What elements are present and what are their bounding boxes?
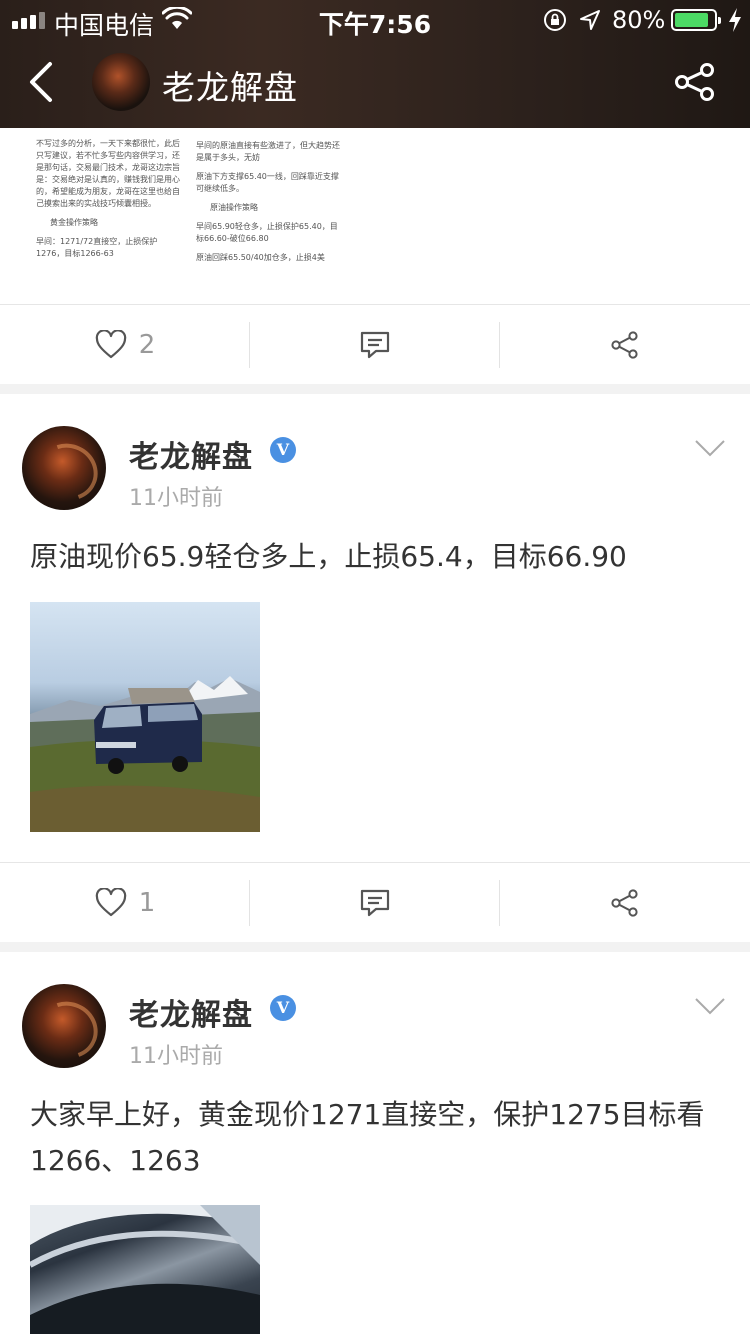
post-text[interactable]: 原油现价65.9轻仓多上，止损65.4，目标66.90 [30, 534, 720, 580]
comment-button[interactable] [250, 305, 500, 385]
top-header: 中国电信 下午7:56 80% 老龙解盘 [0, 0, 750, 128]
post-time: 11小时前 [129, 1044, 223, 1069]
header-avatar[interactable] [92, 53, 150, 111]
avatar[interactable] [22, 984, 106, 1068]
article-paragraph: 不写过多的分析，一天下来都很忙，此后只写建议，若不忙多写些内容供学习，还是那句话… [36, 139, 180, 208]
back-arrow-icon[interactable] [26, 60, 56, 104]
comment-icon [360, 889, 390, 917]
post-card: 老龙解盘 V 11小时前 原油现价65.9轻仓多上，止损65.4，目标66.90 [0, 394, 750, 862]
article-paragraph: 早间：1271/72直接空，止损保护1276，目标1266-63 [36, 237, 158, 258]
author-name[interactable]: 老龙解盘 [129, 432, 253, 476]
heart-icon [95, 888, 126, 917]
verified-badge-icon: V [270, 995, 296, 1021]
share-button[interactable] [500, 305, 750, 385]
article-paragraph: 早间的原油直接有些激进了，但大趋势还是属于多头，无妨 [196, 141, 340, 162]
page-title: 老龙解盘 [162, 68, 298, 107]
comment-icon [360, 331, 390, 359]
article-image[interactable]: 不写过多的分析，一天下来都很忙，此后只写建议，若不忙多写些内容供学习，还是那句话… [0, 128, 750, 304]
share-button[interactable] [500, 863, 750, 943]
like-button[interactable]: 1 [0, 863, 250, 943]
comment-button[interactable] [250, 863, 500, 943]
chevron-down-icon[interactable] [694, 996, 726, 1016]
author-name[interactable]: 老龙解盘 [129, 990, 253, 1034]
share-icon [611, 331, 638, 359]
share-icon [611, 889, 638, 917]
post-image-car[interactable] [30, 1205, 260, 1334]
article-heading: 原油操作策略 [210, 203, 258, 212]
charging-icon [729, 8, 741, 32]
like-button[interactable]: 2 [0, 305, 250, 385]
article-paragraph: 原油下方支撑65.40一线，回踩靠近支撑可继续低多。 [196, 172, 339, 193]
chevron-down-icon[interactable] [694, 438, 726, 458]
avatar[interactable] [22, 426, 106, 510]
like-count: 1 [138, 888, 156, 918]
share-icon[interactable] [673, 62, 717, 102]
location-icon [580, 10, 600, 30]
post-image-camper-van[interactable] [30, 602, 260, 832]
status-bar: 中国电信 下午7:56 80% [0, 0, 750, 40]
post-actions: 2 [0, 304, 750, 384]
post-actions: 1 [0, 862, 750, 942]
post-card: 老龙解盘 V 11小时前 大家早上好，黄金现价1271直接空，保护1275目标看… [0, 952, 750, 1334]
article-paragraph: 原油回踩65.50/40加仓多，止损4美 [196, 253, 325, 262]
car-illustration [30, 1205, 260, 1334]
rotation-lock-icon [544, 9, 566, 31]
post-time: 11小时前 [129, 486, 223, 511]
post-text[interactable]: 大家早上好，黄金现价1271直接空，保护1275目标看1266、1263 [30, 1092, 720, 1184]
battery-icon [671, 9, 721, 31]
battery-percent: 80% [612, 6, 666, 34]
verified-badge-icon: V [270, 437, 296, 463]
van-illustration [30, 676, 260, 832]
article-heading: 黄金操作策略 [50, 218, 98, 227]
heart-icon [95, 330, 126, 359]
article-paragraph: 早间65.90轻仓多，止损保护65.40，目标66.60-破位66.80 [196, 222, 338, 243]
like-count: 2 [138, 330, 156, 360]
